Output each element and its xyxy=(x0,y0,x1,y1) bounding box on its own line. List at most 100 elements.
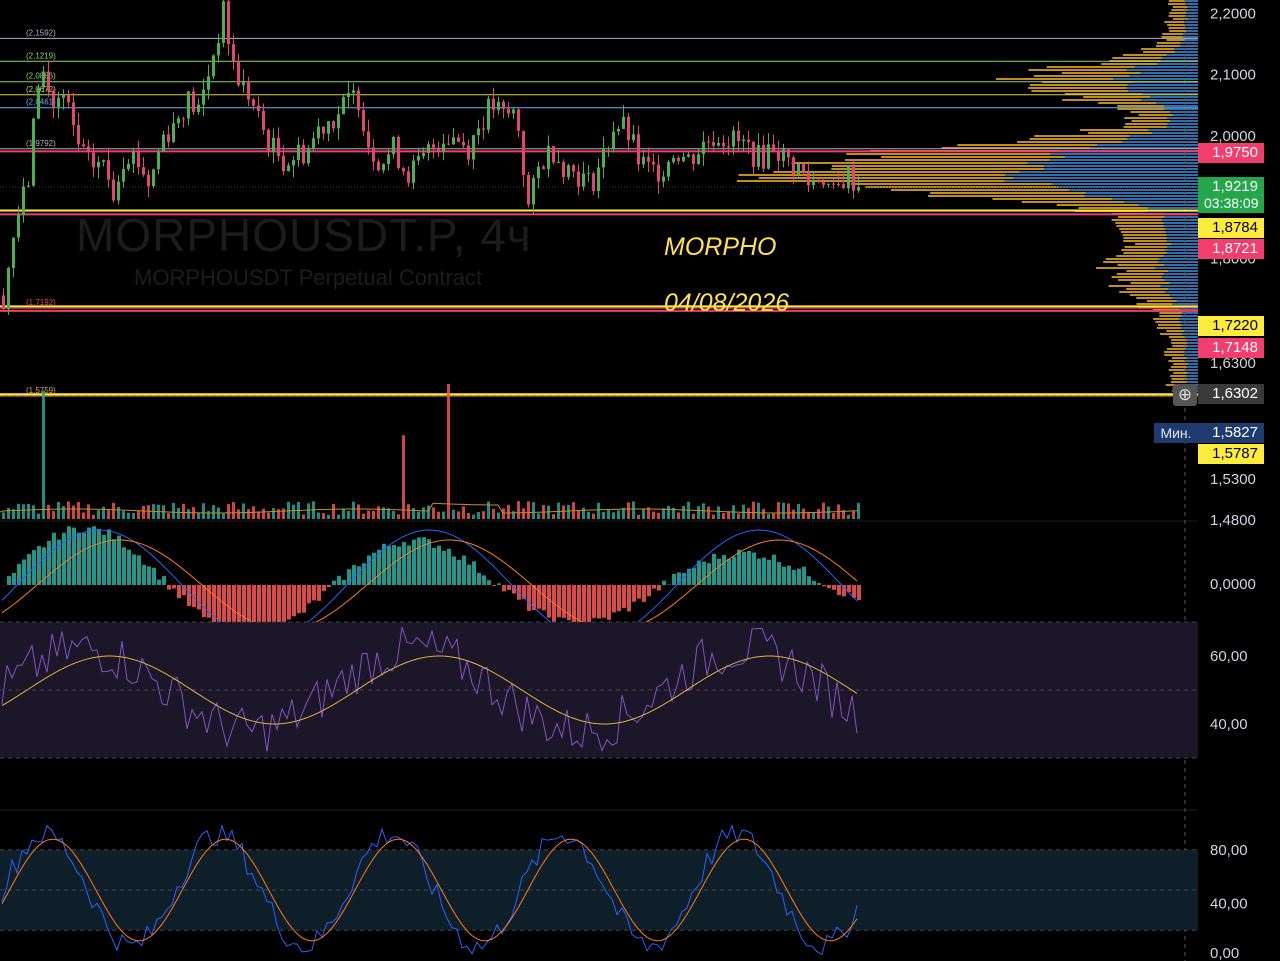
vp-row-blue xyxy=(1186,339,1198,341)
vp-row-blue xyxy=(1127,138,1198,140)
candle-body xyxy=(637,134,640,165)
candle-body xyxy=(712,142,715,146)
candle-body xyxy=(812,180,815,186)
candle-body xyxy=(217,42,220,56)
volume-bar xyxy=(247,509,250,519)
candle-body xyxy=(842,184,845,189)
volume-bar xyxy=(2,512,5,519)
macd-bar xyxy=(317,585,321,601)
candle-body xyxy=(327,121,330,134)
macd-bar xyxy=(637,585,641,599)
candle-body xyxy=(757,145,760,167)
macd-bar xyxy=(12,572,16,585)
volume-bar xyxy=(442,511,445,519)
candle-body xyxy=(222,1,225,43)
fib-level-label: (2,1592) xyxy=(26,28,56,37)
candle-body xyxy=(442,143,445,152)
volume-bar xyxy=(712,514,715,519)
vp-row-blue xyxy=(1164,228,1198,230)
macd-zero-tick: 0,0000 xyxy=(1210,576,1256,593)
candle-body xyxy=(647,156,650,162)
volume-bar xyxy=(397,514,400,519)
candle-body xyxy=(382,163,385,171)
volume-bar xyxy=(82,512,85,519)
candle-body xyxy=(617,128,620,132)
volume-bar xyxy=(782,502,785,519)
vp-row-blue xyxy=(1181,312,1198,314)
vp-row-blue xyxy=(1185,12,1198,14)
volume-bar xyxy=(667,505,670,519)
macd-bar xyxy=(507,585,511,590)
candle-body xyxy=(97,161,100,168)
vp-row-blue xyxy=(1164,264,1198,266)
annotation-ticker: MORPHO xyxy=(664,233,777,261)
macd-bar xyxy=(27,554,31,585)
volume-bar xyxy=(302,514,305,519)
macd-bar xyxy=(342,580,346,585)
vp-row-blue xyxy=(1185,369,1198,371)
price-tag: 1,8721 xyxy=(1198,239,1264,259)
vp-row-blue xyxy=(1151,132,1198,134)
macd-bar xyxy=(572,585,576,627)
macd-bar xyxy=(367,555,371,585)
macd-bar xyxy=(7,576,11,585)
candle-body xyxy=(827,183,830,185)
volume-bar xyxy=(597,502,600,519)
candle-body xyxy=(527,174,530,205)
candle-body xyxy=(612,131,615,149)
macd-bar xyxy=(457,559,461,585)
volume-bar xyxy=(307,503,310,519)
candle-body xyxy=(392,136,395,155)
macd-bar xyxy=(352,565,356,585)
vp-row-blue xyxy=(1185,360,1198,362)
vp-row-blue xyxy=(1140,72,1198,74)
macd-bar xyxy=(652,585,656,589)
vp-row-blue xyxy=(1167,123,1198,125)
candle-body xyxy=(252,99,255,106)
candle-body xyxy=(362,109,365,132)
volume-bar xyxy=(392,511,395,519)
macd-bar xyxy=(497,583,501,585)
volume-bar xyxy=(92,514,95,519)
rsi-tick: 40,00 xyxy=(1210,716,1248,733)
vp-row-blue xyxy=(1156,102,1198,104)
vp-row-blue xyxy=(1164,216,1198,218)
macd-bar xyxy=(627,585,631,612)
candle-body xyxy=(407,171,410,183)
macd-bar xyxy=(672,573,676,585)
add-alert-icon[interactable]: ⊕ xyxy=(1173,384,1197,406)
fib-level-label: (2,0886) xyxy=(26,72,56,81)
vp-row-blue xyxy=(1123,201,1198,203)
candle-body xyxy=(147,174,150,187)
candle-body xyxy=(537,166,540,178)
vp-row-blue xyxy=(1167,270,1198,272)
macd-bar xyxy=(777,562,781,585)
candle-body xyxy=(7,267,10,310)
vp-row-blue xyxy=(1019,171,1198,173)
macd-bar xyxy=(77,532,81,585)
vp-row-blue xyxy=(1149,96,1198,98)
volume-bar xyxy=(147,505,150,519)
macd-bar xyxy=(167,585,171,590)
macd-bar xyxy=(557,585,561,618)
vp-row-blue xyxy=(1185,336,1198,338)
vp-row-blue xyxy=(1163,255,1198,257)
volume-bar xyxy=(212,505,215,519)
vp-row-blue xyxy=(1155,267,1198,269)
candle-body xyxy=(12,237,15,268)
volume-bar xyxy=(417,511,420,519)
volume-bar xyxy=(122,510,125,519)
candle-body xyxy=(387,154,390,164)
macd-bar xyxy=(767,559,771,585)
candle-body xyxy=(532,177,535,205)
candle-body xyxy=(852,166,855,191)
vp-row-blue xyxy=(1164,279,1198,281)
candle-body xyxy=(542,166,545,170)
candle-body xyxy=(477,128,480,136)
volume-bar xyxy=(7,507,10,519)
candle-body xyxy=(467,145,470,160)
vp-row-blue xyxy=(1159,258,1198,260)
volume-bar xyxy=(172,503,175,519)
macd-bar xyxy=(292,585,296,617)
macd-bar xyxy=(212,585,216,627)
